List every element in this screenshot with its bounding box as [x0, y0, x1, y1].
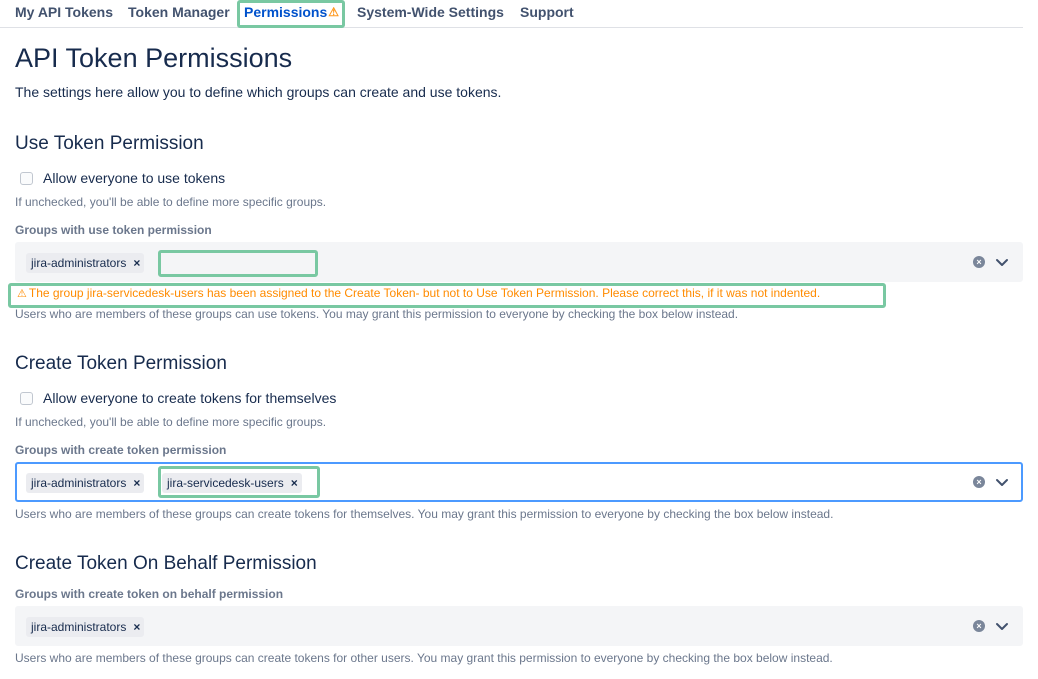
use-token-checkbox[interactable]: [20, 171, 33, 185]
create-token-help: Users who are members of these groups ca…: [15, 507, 834, 521]
group-tag: jira-administrators ×: [26, 473, 145, 493]
create-token-heading: Create Token Permission: [15, 353, 227, 374]
warning-icon: ⚠: [328, 5, 340, 19]
use-token-group-select[interactable]: jira-administrators × ×: [15, 242, 1023, 282]
tab-support[interactable]: Support: [520, 4, 574, 20]
tab-permissions-label: Permissions: [244, 4, 328, 20]
top-nav: My API Tokens Token Manager Permissions⚠…: [0, 0, 1023, 28]
group-tag: jira-administrators ×: [26, 617, 145, 637]
group-tag-label: jira-administrators: [31, 476, 127, 490]
create-on-behalf-heading: Create Token On Behalf Permission: [15, 553, 317, 574]
chevron-down-icon[interactable]: [995, 475, 1009, 489]
use-token-heading: Use Token Permission: [15, 133, 204, 154]
use-token-warning-text: The group jira-servicedesk-users has bee…: [28, 286, 821, 300]
page-title: API Token Permissions: [15, 43, 293, 73]
create-token-group-select[interactable]: jira-administrators × jira-servicedesk-u…: [15, 462, 1023, 502]
tab-token-manager[interactable]: Token Manager: [128, 4, 230, 20]
create-on-behalf-help: Users who are members of these groups ca…: [15, 651, 833, 665]
create-on-behalf-field-label: Groups with create token on behalf permi…: [15, 587, 284, 601]
create-token-checkbox[interactable]: [20, 391, 33, 405]
use-token-checkbox-label: Allow everyone to use tokens: [43, 170, 226, 186]
remove-tag-icon[interactable]: ×: [291, 476, 302, 490]
use-token-help: Users who are members of these groups ca…: [15, 307, 739, 321]
use-token-checkbox-row[interactable]: Allow everyone to use tokens: [20, 169, 225, 187]
group-tag-label: jira-administrators: [31, 256, 127, 270]
group-tag: jira-administrators ×: [26, 253, 145, 273]
create-on-behalf-group-select[interactable]: jira-administrators × ×: [15, 606, 1023, 646]
create-token-checkbox-label: Allow everyone to create tokens for them…: [43, 390, 337, 406]
create-token-checkbox-help: If unchecked, you'll be able to define m…: [15, 415, 327, 429]
group-tag-label: jira-administrators: [31, 620, 127, 634]
remove-tag-icon[interactable]: ×: [133, 620, 144, 634]
tab-permissions[interactable]: Permissions⚠: [244, 4, 339, 20]
chevron-down-icon[interactable]: [995, 255, 1009, 269]
remove-tag-icon[interactable]: ×: [133, 256, 144, 270]
use-token-checkbox-help: If unchecked, you'll be able to define m…: [15, 195, 327, 209]
tab-my-api-tokens[interactable]: My API Tokens: [15, 4, 113, 20]
clear-icon[interactable]: ×: [973, 476, 985, 488]
chevron-down-icon[interactable]: [995, 619, 1009, 633]
remove-tag-icon[interactable]: ×: [133, 476, 144, 490]
tab-system-wide-settings[interactable]: System-Wide Settings: [357, 4, 504, 20]
create-token-checkbox-row[interactable]: Allow everyone to create tokens for them…: [20, 389, 336, 407]
use-token-warning: ⚠ The group jira-servicedesk-users has be…: [17, 286, 820, 300]
clear-icon[interactable]: ×: [973, 620, 985, 632]
create-token-field-label: Groups with create token permission: [15, 443, 227, 457]
group-tag: jira-servicedesk-users ×: [162, 473, 302, 493]
warning-icon: ⚠: [17, 288, 27, 300]
page-intro: The settings here allow you to define wh…: [15, 84, 502, 100]
clear-icon[interactable]: ×: [973, 256, 985, 268]
use-token-field-label: Groups with use token permission: [15, 223, 212, 237]
group-tag-label: jira-servicedesk-users: [167, 476, 284, 490]
